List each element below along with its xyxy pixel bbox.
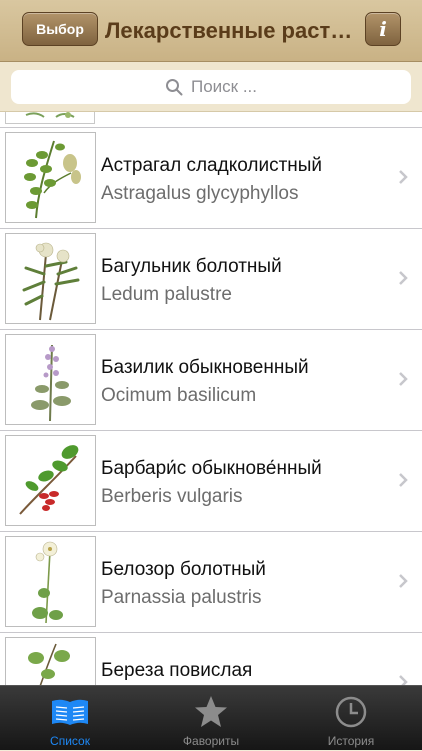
choose-button[interactable]: Выбор <box>22 12 98 46</box>
plant-illustration <box>5 637 96 685</box>
plant-latin-name: Parnassia palustris <box>101 587 262 608</box>
plant-list[interactable]: Астрагал сладколистный Astragalus glycyp… <box>0 112 422 685</box>
plant-illustration <box>5 233 96 324</box>
tab-label: История <box>327 734 375 748</box>
tab-history[interactable]: История <box>281 686 421 751</box>
search-input[interactable]: Поиск ... <box>11 70 411 104</box>
plant-latin-name: Ocimum basilicum <box>101 385 257 406</box>
search-placeholder: Поиск ... <box>191 77 257 96</box>
list-item[interactable]: Багульник болотный Ledum palustre <box>0 229 422 330</box>
list-item[interactable]: Белозор болотный Parnassia palustris <box>0 532 422 633</box>
chevron-right-icon <box>399 271 408 285</box>
tab-list[interactable]: Список <box>0 686 140 751</box>
chevron-right-icon <box>399 372 408 386</box>
plant-illustration <box>5 132 96 223</box>
chevron-right-icon <box>399 473 408 487</box>
plant-name: Барбари́с обыкнове́нный <box>101 458 322 479</box>
plant-illustration <box>5 112 95 124</box>
plant-latin-name: Berberis vulgaris <box>101 486 243 507</box>
chevron-right-icon <box>399 574 408 588</box>
tab-bar: Список Фавориты История <box>0 685 422 750</box>
info-button[interactable]: i <box>365 12 401 46</box>
plant-name: Астрагал сладколистный <box>101 155 323 176</box>
page-title: Лекарственные растения <box>105 18 357 43</box>
plant-illustration <box>5 536 96 627</box>
search-icon <box>166 79 183 96</box>
plant-latin-name: Ledum palustre <box>101 284 232 305</box>
list-item[interactable]: Астрагал сладколистный Astragalus glycyp… <box>0 128 422 229</box>
star-icon <box>195 696 227 727</box>
book-icon <box>52 699 88 725</box>
navigation-bar: Выбор Лекарственные растения i <box>0 0 422 62</box>
list-item[interactable] <box>0 112 422 128</box>
list-item[interactable]: Барбари́с обыкнове́нный Berberis vulgari… <box>0 431 422 532</box>
plant-illustration <box>5 435 96 526</box>
search-bar: Поиск ... <box>0 62 422 112</box>
plant-name: Багульник болотный <box>101 256 282 277</box>
chevron-right-icon <box>399 675 408 685</box>
plant-latin-name: Astragalus glycyphyllos <box>101 183 299 204</box>
list-item[interactable]: Базилик обыкновенный Ocimum basilicum <box>0 330 422 431</box>
plant-illustration <box>5 334 96 425</box>
tab-label: Фавориты <box>182 734 240 748</box>
chevron-right-icon <box>399 170 408 184</box>
tab-label: Список <box>50 734 90 748</box>
list-item[interactable]: Береза повислая <box>0 633 422 685</box>
plant-name: Базилик обыкновенный <box>101 357 309 378</box>
plant-name: Береза повислая <box>101 660 253 681</box>
plant-name: Белозор болотный <box>101 559 266 580</box>
clock-icon <box>335 696 367 728</box>
info-icon: i <box>379 17 387 41</box>
tab-favorites[interactable]: Фавориты <box>141 686 281 751</box>
